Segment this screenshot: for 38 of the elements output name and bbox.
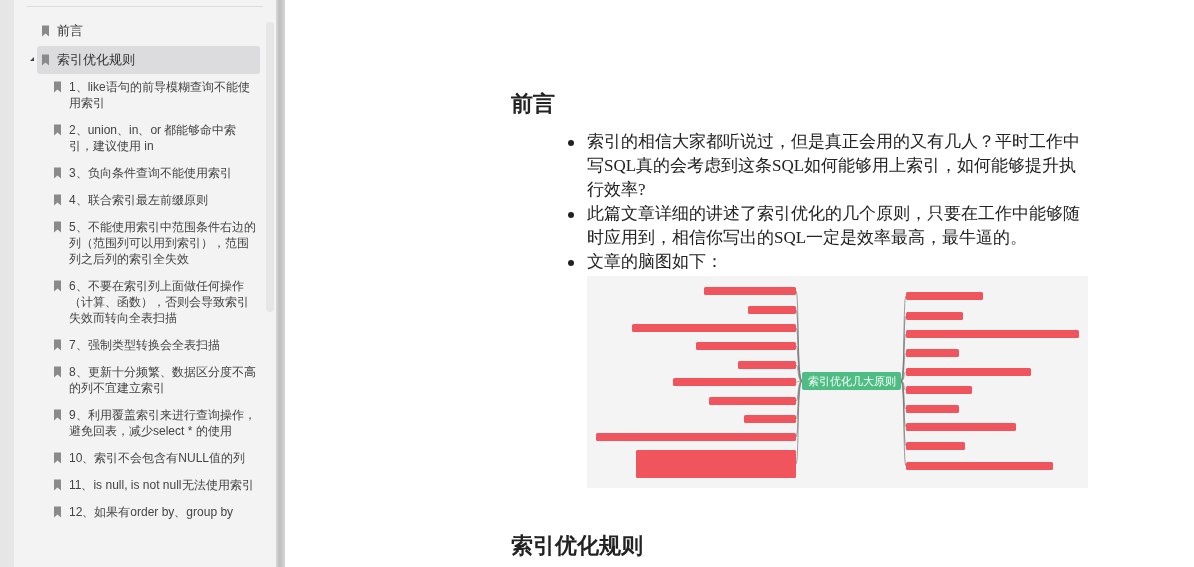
- outline-item[interactable]: 2、union、in、or 都能够命中索引，建议使用 in: [14, 122, 265, 154]
- bookmark-icon: [41, 54, 50, 66]
- bookmark-icon: [53, 280, 62, 292]
- bookmark-icon: [53, 479, 62, 491]
- outline-item[interactable]: 10、索引不会包含有NULL值的列: [14, 450, 265, 466]
- expand-triangle-icon[interactable]: [30, 57, 34, 61]
- outline-item[interactable]: 11、is null, is not null无法使用索引: [14, 477, 265, 493]
- bookmark-icon: [53, 366, 62, 378]
- section-heading: 索引优化规则: [511, 532, 644, 560]
- bookmark-icon: [41, 25, 50, 37]
- outline-item[interactable]: 9、利用覆盖索引来进行查询操作，避免回表，减少select * 的使用: [14, 407, 265, 439]
- bookmark-icon: [53, 81, 62, 93]
- bullet-icon: [568, 140, 574, 146]
- outline-item[interactable]: 3、负向条件查询不能使用索引: [14, 165, 265, 181]
- outline-item[interactable]: 6、不要在索引列上面做任何操作（计算、函数），否则会导致索引失效而转向全表扫描: [14, 278, 265, 326]
- bookmark-icon: [53, 409, 62, 421]
- bullet-icon: [568, 212, 574, 218]
- splitter-bar[interactable]: [276, 0, 285, 567]
- outline-item[interactable]: 12、如果有order by、group by: [14, 504, 265, 520]
- bookmark-icon: [53, 221, 62, 233]
- bookmark-icon: [53, 167, 62, 179]
- outline-item[interactable]: 5、不能使用索引中范围条件右边的列（范围列可以用到索引），范围列之后列的索引全失效: [14, 219, 265, 267]
- bullet-text: 索引的相信大家都听说过，但是真正会用的又有几人？平时工作中写SQL真的会考虑到这条SQL如何能够用上索引，如何能够提升执行效率?: [587, 131, 1081, 201]
- bookmark-icon: [53, 506, 62, 518]
- bookmark-icon: [53, 339, 62, 351]
- outline-item[interactable]: 4、联合索引最左前缀原则: [14, 192, 265, 208]
- bookmark-icon: [53, 452, 62, 464]
- mind-map-root-node: 索引优化几大原则: [802, 372, 901, 390]
- bullet-icon: [568, 260, 574, 266]
- bookmark-icon: [53, 124, 62, 136]
- outline-item[interactable]: 8、更新十分频繁、数据区分度不高的列不宜建立索引: [14, 364, 265, 396]
- outline-item[interactable]: 1、like语句的前导模糊查询不能使用索引: [14, 79, 265, 111]
- outline-item[interactable]: 前言: [37, 17, 260, 45]
- outline-item[interactable]: 7、强制类型转换会全表扫描: [14, 337, 265, 353]
- bookmark-icon: [53, 194, 62, 206]
- bullet-text: 文章的脑图如下：: [587, 251, 724, 273]
- bullet-text: 此篇文章详细的讲述了索引优化的几个原则，只要在工作中能够随时应用到，相信你写出的SQL一定是效率最高，最牛逼的。: [587, 203, 1081, 249]
- section-heading: 前言: [511, 90, 556, 118]
